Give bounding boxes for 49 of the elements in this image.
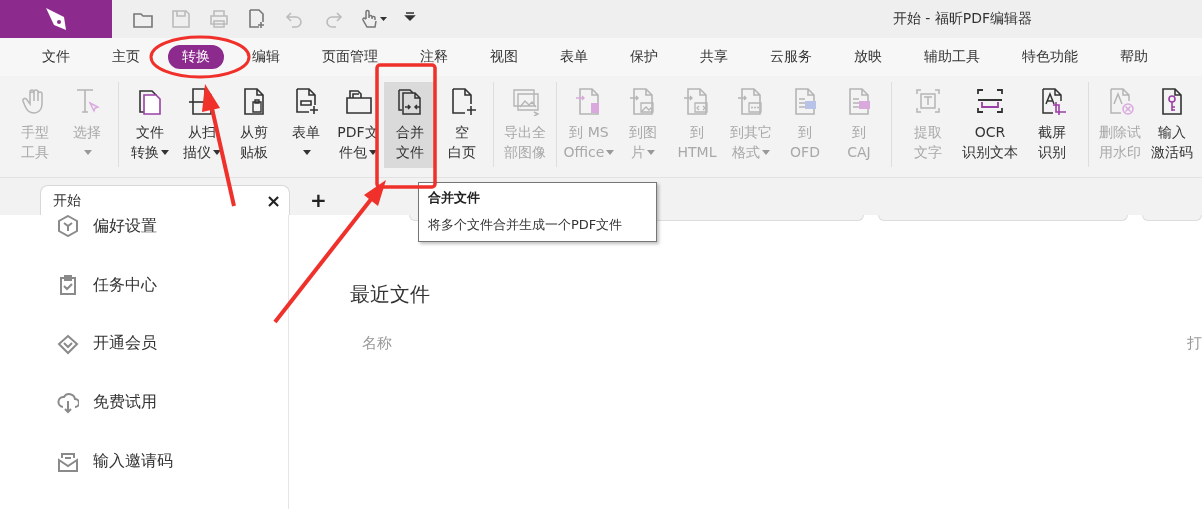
toolbar-button[interactable]: 输入 激活码 xyxy=(1146,82,1198,168)
menu-tab[interactable]: 共享 xyxy=(686,45,742,69)
close-button[interactable]: × xyxy=(265,190,281,211)
menu-tab[interactable]: 页面管理 xyxy=(308,45,392,69)
toolbar-button[interactable]: 从剪 贴板 xyxy=(228,82,280,168)
tooltip-title: 合并文件 xyxy=(428,189,481,207)
menu-tab[interactable]: 文件 xyxy=(28,45,84,69)
menu-tab[interactable]: 辅助工具 xyxy=(910,45,994,69)
envelope-icon xyxy=(57,450,79,473)
menu-tab[interactable]: 表单 xyxy=(546,45,602,69)
scan-frame-icon xyxy=(975,86,1005,116)
tab-label: 开始 xyxy=(53,191,81,210)
sidebar-item[interactable]: 任务中心 xyxy=(93,274,157,296)
menu-tab[interactable]: 保护 xyxy=(616,45,672,69)
print-icon[interactable] xyxy=(208,8,230,30)
sidebar-item[interactable]: 免费试用 xyxy=(93,392,157,414)
menu-tab[interactable]: 注释 xyxy=(406,45,462,69)
toolbar-button[interactable]: 文件 转换 xyxy=(124,82,176,168)
menu-tab[interactable]: 视图 xyxy=(476,45,532,69)
new-tab-button[interactable]: + xyxy=(310,188,327,212)
column-header: 打 xyxy=(1187,334,1202,353)
menu-tab[interactable]: 转换 xyxy=(168,45,224,69)
sidebar-item[interactable]: 开通会员 xyxy=(93,333,157,355)
toolbar-button[interactable]: 截屏 识别 xyxy=(1021,82,1083,168)
menu-tab[interactable]: 放映 xyxy=(840,45,896,69)
menu-tab[interactable]: 主页 xyxy=(98,45,154,69)
window-title: 开始 - 福昕PDF编辑器 xyxy=(892,10,1032,28)
section-heading: 最近文件 xyxy=(350,281,431,308)
menu-tab[interactable]: 编辑 xyxy=(238,45,294,69)
menu-tab[interactable]: 帮助 xyxy=(1106,45,1162,69)
toolbar-button[interactable]: OCR 识别文本 xyxy=(959,82,1021,168)
images-export-icon xyxy=(510,86,540,116)
document-tab[interactable]: 开始 × xyxy=(40,185,290,215)
cloud-download-icon xyxy=(57,391,79,414)
save-icon[interactable] xyxy=(170,8,192,30)
sidebar-item[interactable]: 输入邀请码 xyxy=(93,451,173,473)
toolbar-button[interactable]: 表单 xyxy=(280,82,332,168)
hand-dropdown-icon[interactable] xyxy=(360,8,388,30)
text-extract-icon xyxy=(913,86,943,116)
clipboard-check-icon xyxy=(57,274,79,297)
hexagon-icon xyxy=(57,215,79,238)
column-header: 名称 xyxy=(362,334,392,353)
toolbar-button[interactable]: 合并 文件 xyxy=(384,82,436,168)
toolbar-button[interactable]: 空 白页 xyxy=(436,82,488,168)
tooltip-text: 将多个文件合并生成一个PDF文件 xyxy=(428,216,624,234)
sidebar-item[interactable]: 偏好设置 xyxy=(93,215,157,237)
diamond-heart-icon xyxy=(57,333,79,355)
menu-tab[interactable]: 云服务 xyxy=(756,45,826,69)
menu-tab[interactable]: 特色功能 xyxy=(1008,45,1092,69)
